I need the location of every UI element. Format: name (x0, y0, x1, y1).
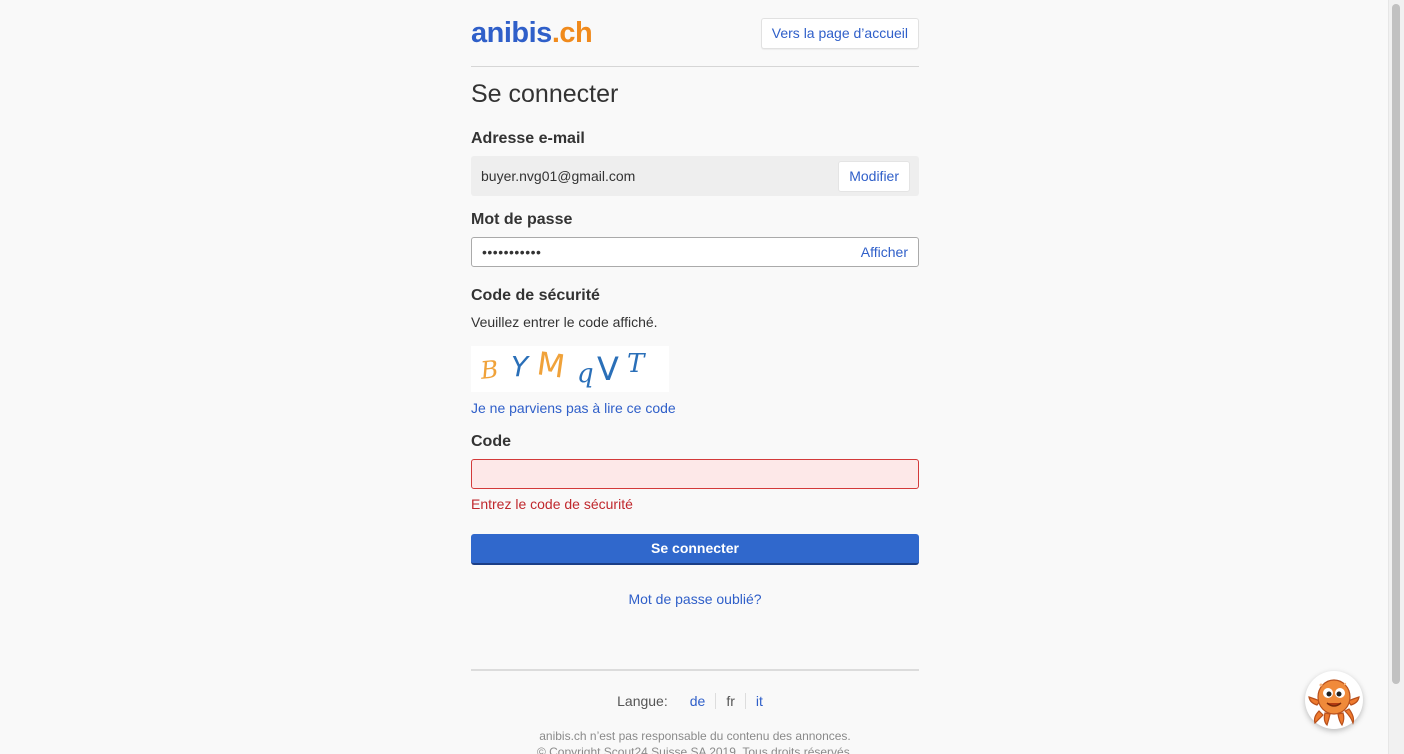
login-container: anibis.ch Vers la page d’accueil Se conn… (471, 0, 919, 754)
modify-email-button[interactable]: Modifier (838, 161, 910, 192)
language-fr: fr (715, 693, 745, 709)
language-it[interactable]: it (744, 693, 773, 709)
svg-text:q: q (577, 359, 594, 389)
language-label: Langue: (617, 693, 668, 709)
logo-tld: .ch (551, 17, 593, 49)
code-label: Code (471, 433, 511, 450)
captcha-unreadable-link[interactable]: Je ne parviens pas à lire ce code (471, 400, 676, 416)
scrollbar-thumb[interactable] (1392, 4, 1400, 684)
language-switcher: Langue: de fr it (471, 693, 919, 709)
show-password-button[interactable]: Afficher (861, 244, 908, 260)
svg-text:T: T (627, 349, 646, 379)
security-code-input[interactable] (471, 459, 919, 489)
captcha-image: B Y M q V T (471, 344, 669, 392)
home-page-button[interactable]: Vers la page d’accueil (760, 18, 919, 49)
logo-brand: anibis (471, 17, 552, 49)
forgot-password-link[interactable]: Mot de passe oublié? (471, 591, 919, 607)
password-value: ••••••••••• (482, 244, 542, 260)
disclaimer-line-1: anibis.ch n’est pas responsable du conte… (539, 729, 851, 743)
header: anibis.ch Vers la page d’accueil (471, 0, 919, 67)
anibis-logo[interactable]: anibis.ch (471, 15, 593, 51)
svg-text:M: M (535, 346, 568, 386)
copyright-line: © Copyright Scout24 Suisse SA 2019. Tous… (536, 745, 854, 754)
password-field[interactable]: ••••••••••• Afficher (471, 237, 919, 267)
email-value: buyer.nvg01@gmail.com (481, 168, 636, 184)
svg-text:B: B (478, 355, 499, 385)
code-error-message: Entrez le code de sécurité (471, 496, 633, 512)
octopus-mascot-icon[interactable] (1305, 671, 1363, 729)
footer-disclaimer: anibis.ch n’est pas responsable du conte… (471, 728, 919, 754)
security-code-help: Veuillez entrer le code affiché. (471, 314, 658, 330)
page-title: Se connecter (471, 80, 619, 108)
login-page: anibis.ch Vers la page d’accueil Se conn… (0, 0, 1404, 754)
footer-divider (471, 669, 919, 671)
login-submit-button[interactable]: Se connecter (471, 534, 919, 565)
svg-text:V: V (597, 350, 619, 388)
email-label: Adresse e-mail (471, 130, 585, 147)
password-label: Mot de passe (471, 211, 573, 228)
security-code-label: Code de sécurité (471, 287, 600, 304)
page-scrollbar[interactable] (1388, 0, 1404, 754)
svg-text:Y: Y (511, 350, 530, 383)
email-field: buyer.nvg01@gmail.com Modifier (471, 156, 919, 196)
language-de[interactable]: de (680, 693, 716, 709)
